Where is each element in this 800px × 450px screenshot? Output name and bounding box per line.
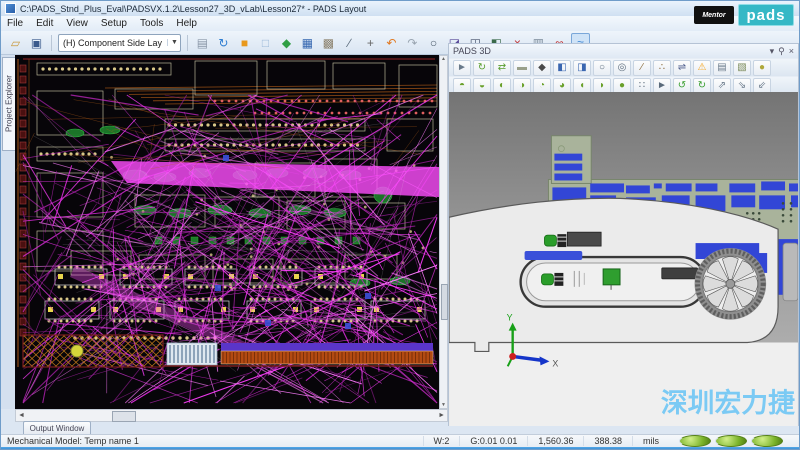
save-icon[interactable]: ▣ bbox=[27, 33, 46, 52]
status-model-text: Mechanical Model: Temp name 1 bbox=[7, 436, 139, 446]
status-led-green[interactable] bbox=[715, 435, 747, 447]
brand-logos: Mentor pads bbox=[694, 4, 794, 26]
side-component bbox=[783, 243, 798, 301]
design-rules-icon[interactable]: ▤ bbox=[193, 33, 212, 52]
fan-3d bbox=[695, 248, 767, 320]
pcb-viewport[interactable] bbox=[15, 55, 439, 409]
measure-point-icon[interactable]: ∴ bbox=[653, 60, 671, 76]
measure-icon[interactable]: ∕ bbox=[340, 33, 359, 52]
status-width: W:2 bbox=[423, 436, 460, 446]
menu-file[interactable]: File bbox=[7, 18, 23, 29]
status-bar: Mechanical Model: Temp name 1 W:2 G:0.01… bbox=[1, 434, 799, 447]
project-explorer-tab[interactable]: Project Explorer bbox=[2, 57, 15, 151]
align-icon[interactable]: ⇌ bbox=[673, 60, 691, 76]
export-model-icon[interactable]: ◨ bbox=[573, 60, 591, 76]
menu-bar: File Edit View Setup Tools Help bbox=[1, 16, 799, 31]
zoom-window-icon[interactable]: ○ bbox=[593, 60, 611, 76]
scroll-right-icon[interactable]: ► bbox=[438, 411, 445, 421]
left-dock-strip: Project Explorer bbox=[1, 55, 15, 409]
pads-3d-title-bar[interactable]: PADS 3D ▾⚲ × bbox=[449, 44, 798, 58]
report-icon[interactable]: ▤ bbox=[713, 60, 731, 76]
board-view-icon[interactable]: ▬ bbox=[513, 60, 531, 76]
watermark-text: 深圳宏力捷 bbox=[661, 387, 795, 418]
menu-tools[interactable]: Tools bbox=[140, 18, 163, 29]
status-leds bbox=[669, 435, 793, 447]
select-icon[interactable]: ► bbox=[453, 60, 471, 76]
layer-selector[interactable]: (H) Component Side Lay ▼ bbox=[58, 34, 181, 52]
scroll-thumb[interactable] bbox=[112, 411, 136, 422]
menu-help[interactable]: Help bbox=[176, 18, 197, 29]
menu-view[interactable]: View bbox=[66, 18, 88, 29]
zoom-fit-icon[interactable]: ◎ bbox=[613, 60, 631, 76]
drafting-toolbar-icon[interactable]: □ bbox=[256, 33, 275, 52]
measure-distance-icon[interactable]: ∕ bbox=[633, 60, 651, 76]
chevron-down-icon[interactable]: ▼ bbox=[167, 39, 178, 46]
title-bar: C:\PADS_Stnd_Plus_Eval\PADSVX.1.2\Lesson… bbox=[1, 1, 799, 16]
toolbar-separator bbox=[187, 35, 188, 51]
redraw-icon[interactable]: ↻ bbox=[214, 33, 233, 52]
window-title: C:\PADS_Stnd_Plus_Eval\PADSVX.1.2\Lesson… bbox=[20, 4, 366, 14]
panel-menu-icon[interactable]: ▾ bbox=[770, 46, 775, 56]
redo-icon[interactable]: ↷ bbox=[403, 33, 422, 52]
axis-y-label: Y bbox=[507, 313, 513, 323]
panel-close-icon[interactable]: × bbox=[789, 46, 794, 56]
dfa-warning-icon[interactable]: ⚠ bbox=[693, 60, 711, 76]
photo-view-icon[interactable]: ▩ bbox=[319, 33, 338, 52]
snapshot-icon[interactable]: ▧ bbox=[733, 60, 751, 76]
pads-3d-toolbar-1: ►↻⇄▬◆◧◨○◎∕∴⇌⚠▤▧● bbox=[449, 58, 798, 76]
board-layout-icon[interactable]: ◆ bbox=[277, 33, 296, 52]
pads-logo: pads bbox=[738, 4, 794, 26]
status-x-coordinate: 1,560.36 bbox=[527, 436, 583, 446]
status-led-green[interactable] bbox=[751, 435, 783, 447]
status-led-green[interactable] bbox=[679, 435, 711, 447]
toolbar-separator bbox=[51, 35, 52, 51]
orbit-icon[interactable]: ↻ bbox=[473, 60, 491, 76]
layer-selector-value: (H) Component Side Lay bbox=[63, 38, 167, 48]
design-grid-icon[interactable]: ▦ bbox=[298, 33, 317, 52]
menu-edit[interactable]: Edit bbox=[36, 18, 53, 29]
scroll-left-icon[interactable]: ◄ bbox=[18, 411, 25, 421]
axis-x-label: X bbox=[552, 358, 558, 368]
menu-setup[interactable]: Setup bbox=[101, 18, 127, 29]
scroll-thumb[interactable] bbox=[441, 284, 448, 320]
status-y-coordinate: 388.38 bbox=[583, 436, 632, 446]
eco-mode-icon[interactable]: ■ bbox=[235, 33, 254, 52]
pan-icon[interactable]: ⇄ bbox=[493, 60, 511, 76]
status-grid: G:0.01 0.01 bbox=[459, 436, 527, 446]
pcb-canvas[interactable] bbox=[15, 55, 439, 409]
pcb-vertical-scrollbar[interactable]: ▲ ▼ bbox=[439, 55, 448, 409]
open-file-icon[interactable]: ▱ bbox=[6, 33, 25, 52]
import-model-icon[interactable]: ◧ bbox=[553, 60, 571, 76]
status-units: mils bbox=[632, 436, 669, 446]
enclosure-view-icon[interactable]: ◆ bbox=[533, 60, 551, 76]
view-3d-viewport[interactable]: Y X 深圳宏力捷 bbox=[449, 92, 798, 426]
undo-icon[interactable]: ↶ bbox=[382, 33, 401, 52]
app-window: C:\PADS_Stnd_Plus_Eval\PADSVX.1.2\Lesson… bbox=[0, 0, 800, 450]
move-icon[interactable]: + bbox=[361, 33, 380, 52]
world-view-icon[interactable]: ● bbox=[753, 60, 771, 76]
mentor-graphics-logo: Mentor bbox=[694, 6, 734, 24]
scene-3d-canvas[interactable]: Y X 深圳宏力捷 bbox=[449, 92, 798, 426]
pads-3d-panel: PADS 3D ▾⚲× ►↻⇄▬◆◧◨○◎∕∴⇌⚠▤▧● ◓◒◐◑◔◕◖◗●∷►… bbox=[448, 43, 799, 426]
app-icon bbox=[5, 3, 16, 14]
panel-pin-icon[interactable]: ⚲ bbox=[778, 46, 785, 56]
zoom-icon[interactable]: ○ bbox=[424, 33, 443, 52]
pads-3d-title: PADS 3D bbox=[453, 46, 491, 56]
